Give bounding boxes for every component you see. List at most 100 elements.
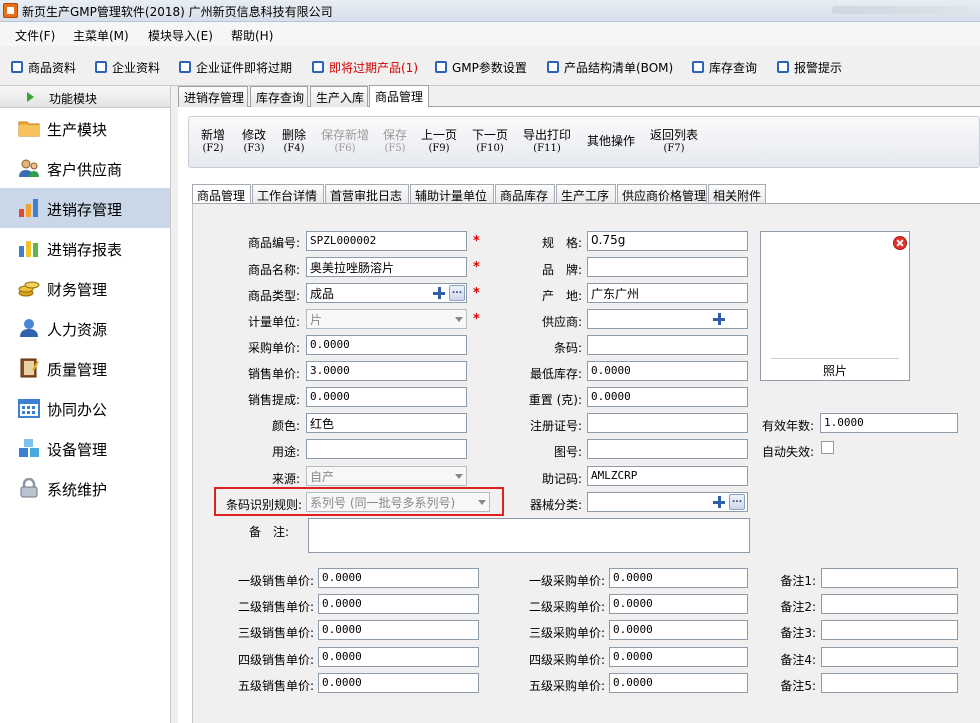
title-bar: 新页生产GMP管理软件(2018) 广州新页信息科技有限公司 (0, 0, 980, 22)
toolbar-gmp-settings[interactable]: GMP参数设置 (435, 59, 527, 75)
prev-page-button[interactable]: 上一页 (F9) (421, 129, 457, 155)
color-field[interactable]: 红色 (306, 413, 467, 433)
toolbar-bom[interactable]: 产品结构清单(BOM) (547, 59, 673, 75)
tab-inventory-management[interactable]: 进销存管理 (178, 86, 248, 107)
sidebar-item-equipment[interactable]: 设备管理 (0, 428, 170, 468)
label-sale-price-2: 二级销售单价: (237, 600, 314, 614)
unit-select[interactable]: 片 (306, 309, 467, 329)
note-5-field[interactable] (821, 673, 958, 693)
other-actions-button[interactable]: 其他操作 (587, 135, 635, 148)
sidebar-item-customer-supplier[interactable]: 客户供应商 (0, 148, 170, 188)
sidebar-item-inventory-report[interactable]: 进销存报表 (0, 228, 170, 268)
tab-production-storage[interactable]: 生产入库 (310, 86, 368, 107)
required-mark: * (473, 260, 480, 275)
tab-aux-unit[interactable]: 辅助计量单位 (410, 184, 494, 204)
supplier-field[interactable] (587, 309, 748, 329)
toolbar-cert-expiring[interactable]: 企业证件即将过期 (179, 59, 292, 75)
toolbar-company-info[interactable]: 企业资料 (95, 59, 160, 75)
min-stock-field[interactable]: 0.0000 (587, 361, 748, 381)
note-2-field[interactable] (821, 594, 958, 614)
device-category-field[interactable]: ... (587, 492, 748, 512)
book-icon (20, 358, 39, 378)
note-4-field[interactable] (821, 647, 958, 667)
delete-button[interactable]: 删除 (F4) (282, 129, 306, 155)
tab-product-stock[interactable]: 商品库存 (495, 184, 555, 204)
toolbar-product-info[interactable]: 商品资料 (11, 59, 76, 75)
sale-price-3-field[interactable]: 0.0000 (318, 620, 479, 640)
sidebar-item-finance[interactable]: 财务管理 (0, 268, 170, 308)
purchase-price-1-field[interactable]: 0.0000 (609, 568, 748, 588)
add-icon[interactable] (712, 312, 726, 326)
save-new-button[interactable]: 保存新增 (F6) (321, 129, 369, 155)
label-commission: 销售提成: (247, 393, 300, 407)
sale-price-field[interactable]: 3.0000 (306, 361, 467, 381)
auto-expire-checkbox[interactable] (821, 441, 834, 454)
toolbar-stock-query[interactable]: 库存查询 (692, 59, 757, 75)
tab-workbench[interactable]: 工作台详情 (252, 184, 324, 204)
product-code-field[interactable]: SPZL000002 (306, 231, 467, 251)
purchase-price-5-field[interactable]: 0.0000 (609, 673, 748, 693)
browse-button[interactable]: ... (449, 285, 465, 301)
sidebar-item-quality[interactable]: 质量管理 (0, 348, 170, 388)
new-button[interactable]: 新增 (F2) (201, 129, 225, 155)
sidebar-item-production[interactable]: 生产模块 (0, 108, 170, 148)
origin-field[interactable]: 广东广州 (587, 283, 748, 303)
mnemonic-field[interactable]: AMLZCRP (587, 466, 748, 486)
sale-price-2-field[interactable]: 0.0000 (318, 594, 479, 614)
menu-file[interactable]: 文件(F) (15, 27, 55, 44)
save-button[interactable]: 保存 (F5) (383, 129, 407, 155)
window-title: 新页生产GMP管理软件(2018) 广州新页信息科技有限公司 (22, 5, 333, 19)
registration-no-field[interactable] (587, 413, 748, 433)
brand-field[interactable] (587, 257, 748, 277)
add-icon[interactable] (712, 495, 726, 509)
usage-field[interactable] (306, 439, 467, 459)
menu-help[interactable]: 帮助(H) (231, 27, 273, 44)
photo-label: 照片 (822, 364, 847, 378)
export-print-button[interactable]: 导出打印 (F11) (523, 129, 571, 155)
label-note-1: 备注1: (780, 574, 816, 588)
tab-attachments[interactable]: 相关附件 (708, 184, 766, 204)
purchase-price-4-field[interactable]: 0.0000 (609, 647, 748, 667)
sidebar-item-hr[interactable]: 人力资源 (0, 308, 170, 348)
note-1-field[interactable] (821, 568, 958, 588)
sidebar-item-system[interactable]: 系统维护 (0, 468, 170, 508)
edit-button[interactable]: 修改 (F3) (242, 129, 266, 155)
toolbar-expiring-products[interactable]: 即将过期产品(1) (312, 59, 418, 75)
purchase-price-3-field[interactable]: 0.0000 (609, 620, 748, 640)
sale-price-4-field[interactable]: 0.0000 (318, 647, 479, 667)
product-name-field[interactable]: 奥美拉唑肠溶片 (306, 257, 467, 277)
menu-module-import[interactable]: 模块导入(E) (148, 27, 213, 44)
back-to-list-button[interactable]: 返回列表 (F7) (650, 129, 698, 155)
tab-first-approval-log[interactable]: 首营审批日志 (325, 184, 409, 204)
toolbar-square-icon (179, 61, 191, 73)
product-type-field[interactable]: 成品 ... (306, 283, 467, 303)
photo-box[interactable]: 照片 (760, 231, 910, 381)
note-3-field[interactable] (821, 620, 958, 640)
sidebar-item-office[interactable]: 协同办公 (0, 388, 170, 428)
weight-field[interactable]: 0.0000 (587, 387, 748, 407)
drawing-no-field[interactable] (587, 439, 748, 459)
validity-years-field[interactable]: 1.0000 (820, 413, 958, 433)
barcode-field[interactable] (587, 335, 748, 355)
commission-field[interactable]: 0.0000 (306, 387, 467, 407)
source-select[interactable]: 自产 (306, 466, 467, 486)
tab-product[interactable]: 商品管理 (192, 184, 251, 204)
tab-supplier-price[interactable]: 供应商价格管理 (617, 184, 707, 204)
purchase-price-field[interactable]: 0.0000 (306, 335, 467, 355)
sale-price-1-field[interactable]: 0.0000 (318, 568, 479, 588)
toolbar-alarm[interactable]: 报警提示 (777, 59, 842, 75)
sidebar-item-inventory[interactable]: 进销存管理 (0, 188, 170, 228)
tab-stock-query[interactable]: 库存查询 (250, 86, 308, 107)
add-icon[interactable] (432, 286, 446, 300)
remark-field[interactable] (308, 518, 750, 553)
next-page-button[interactable]: 下一页 (F10) (472, 129, 508, 155)
spec-field[interactable]: 0.75g (587, 231, 748, 251)
coins-icon (18, 281, 40, 297)
tab-process[interactable]: 生产工序 (556, 184, 616, 204)
tab-product-management[interactable]: 商品管理 (369, 85, 429, 107)
menu-main[interactable]: 主菜单(M) (73, 27, 129, 44)
purchase-price-2-field[interactable]: 0.0000 (609, 594, 748, 614)
sale-price-5-field[interactable]: 0.0000 (318, 673, 479, 693)
close-icon[interactable] (893, 236, 907, 250)
browse-button[interactable]: ... (729, 494, 745, 510)
